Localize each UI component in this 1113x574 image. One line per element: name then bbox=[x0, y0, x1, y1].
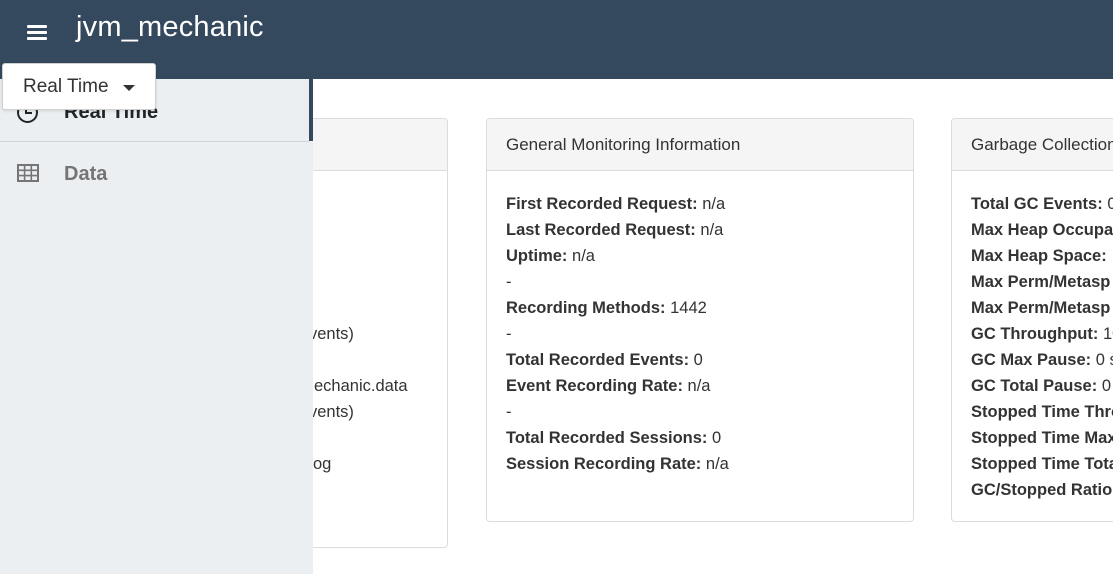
stat-value: n/a bbox=[705, 455, 729, 473]
stat-label: Stopped Time Tota bbox=[971, 455, 1113, 473]
stat-value: 1442 bbox=[670, 299, 707, 317]
general-monitoring-title: General Monitoring Information bbox=[487, 119, 913, 171]
stat-row: Max Perm/Metasp bbox=[971, 269, 1113, 295]
stat-value: n/a bbox=[572, 247, 595, 265]
stat-label: GC Throughput: bbox=[971, 325, 1099, 343]
drawer-divider bbox=[0, 141, 309, 142]
stat-label: Max Perm/Metasp bbox=[971, 299, 1111, 317]
stat-value: 0 bbox=[712, 429, 722, 447]
stat-row: Event Recording Rate: n/a bbox=[506, 373, 894, 399]
stat-value: 10 bbox=[1102, 325, 1113, 343]
table-grid-icon bbox=[17, 164, 39, 182]
stat-label: Total Recorded Sessions: bbox=[506, 429, 708, 447]
stat-row: Session Recording Rate: n/a bbox=[506, 451, 894, 477]
view-dropdown-label: Real Time bbox=[23, 76, 109, 97]
stat-label: GC/Stopped Ratio: bbox=[971, 481, 1113, 499]
stat-label: Uptime: bbox=[506, 247, 568, 265]
separator: - bbox=[506, 273, 512, 291]
garbage-collection-title: Garbage Collection bbox=[952, 119, 1113, 171]
separator-row: - bbox=[506, 321, 894, 347]
caret-down-icon bbox=[123, 85, 135, 91]
stat-row: GC Total Pause: 0 bbox=[971, 373, 1113, 399]
stat-row: Stopped Time Tota bbox=[971, 451, 1113, 477]
stat-label: Stopped Time Max bbox=[971, 429, 1113, 447]
separator-row: - bbox=[506, 399, 894, 425]
stat-label: Max Heap Space: bbox=[971, 247, 1107, 265]
separator: - bbox=[506, 403, 512, 421]
view-dropdown[interactable]: Real Time bbox=[2, 63, 156, 110]
app-title: jvm_mechanic bbox=[76, 11, 264, 43]
stat-row: First Recorded Request: n/a bbox=[506, 191, 894, 217]
drawer-item-label: Data bbox=[64, 163, 108, 185]
stat-label: Event Recording Rate: bbox=[506, 377, 683, 395]
general-monitoring-card: General Monitoring Information First Rec… bbox=[486, 118, 914, 522]
stat-value: n/a bbox=[687, 377, 711, 395]
stat-value: n/a bbox=[702, 195, 726, 213]
stat-row: Stopped Time Max bbox=[971, 425, 1113, 451]
stat-label: Total GC Events: bbox=[971, 195, 1103, 213]
stat-row: Last Recorded Request: n/a bbox=[506, 217, 894, 243]
navigation-drawer: Real Time Data bbox=[0, 79, 313, 574]
stat-label: Max Perm/Metasp bbox=[971, 273, 1111, 291]
stat-label: GC Total Pause: bbox=[971, 377, 1098, 395]
stat-label: Recording Methods: bbox=[506, 299, 666, 317]
stat-row: Stopped Time Thro bbox=[971, 399, 1113, 425]
stat-value: 0 bbox=[1107, 195, 1113, 213]
garbage-collection-card: Garbage Collection Total GC Events: 0 Ma… bbox=[951, 118, 1113, 522]
stat-row: Uptime: n/a bbox=[506, 243, 894, 269]
stat-label: Total Recorded Events: bbox=[506, 351, 690, 369]
stat-row: Recording Methods: 1442 bbox=[506, 295, 894, 321]
stat-label: First Recorded Request: bbox=[506, 195, 698, 213]
stat-value: n/a bbox=[700, 221, 724, 239]
stat-label: Stopped Time Thro bbox=[971, 403, 1113, 421]
active-indicator bbox=[309, 79, 313, 141]
stat-row: Total Recorded Sessions: 0 bbox=[506, 425, 894, 451]
stat-label: GC Max Pause: bbox=[971, 351, 1092, 369]
stat-row: Total Recorded Events: 0 bbox=[506, 347, 894, 373]
stat-value: 0 s bbox=[1095, 351, 1113, 369]
stat-label: Max Heap Occupa bbox=[971, 221, 1113, 239]
stat-row: Total GC Events: 0 bbox=[971, 191, 1113, 217]
stat-row: GC/Stopped Ratio: bbox=[971, 477, 1113, 503]
separator-row: - bbox=[506, 269, 894, 295]
garbage-collection-body: Total GC Events: 0 Max Heap Occupa Max H… bbox=[952, 171, 1113, 521]
app-bar: jvm_mechanic bbox=[0, 0, 1113, 79]
drawer-item-data[interactable]: Data bbox=[0, 143, 309, 203]
stat-value: 0 bbox=[1101, 377, 1111, 395]
separator: - bbox=[506, 325, 512, 343]
general-monitoring-body: First Recorded Request: n/a Last Recorde… bbox=[487, 171, 913, 497]
hamburger-menu-icon[interactable] bbox=[27, 23, 47, 40]
stat-label: Last Recorded Request: bbox=[506, 221, 696, 239]
stat-row: GC Max Pause: 0 s bbox=[971, 347, 1113, 373]
stat-row: Max Heap Occupa bbox=[971, 217, 1113, 243]
stat-row: GC Throughput: 10 bbox=[971, 321, 1113, 347]
stat-value: 0 bbox=[693, 351, 703, 369]
stat-label: Session Recording Rate: bbox=[506, 455, 702, 473]
stat-row: Max Heap Space: bbox=[971, 243, 1113, 269]
stat-row: Max Perm/Metasp bbox=[971, 295, 1113, 321]
